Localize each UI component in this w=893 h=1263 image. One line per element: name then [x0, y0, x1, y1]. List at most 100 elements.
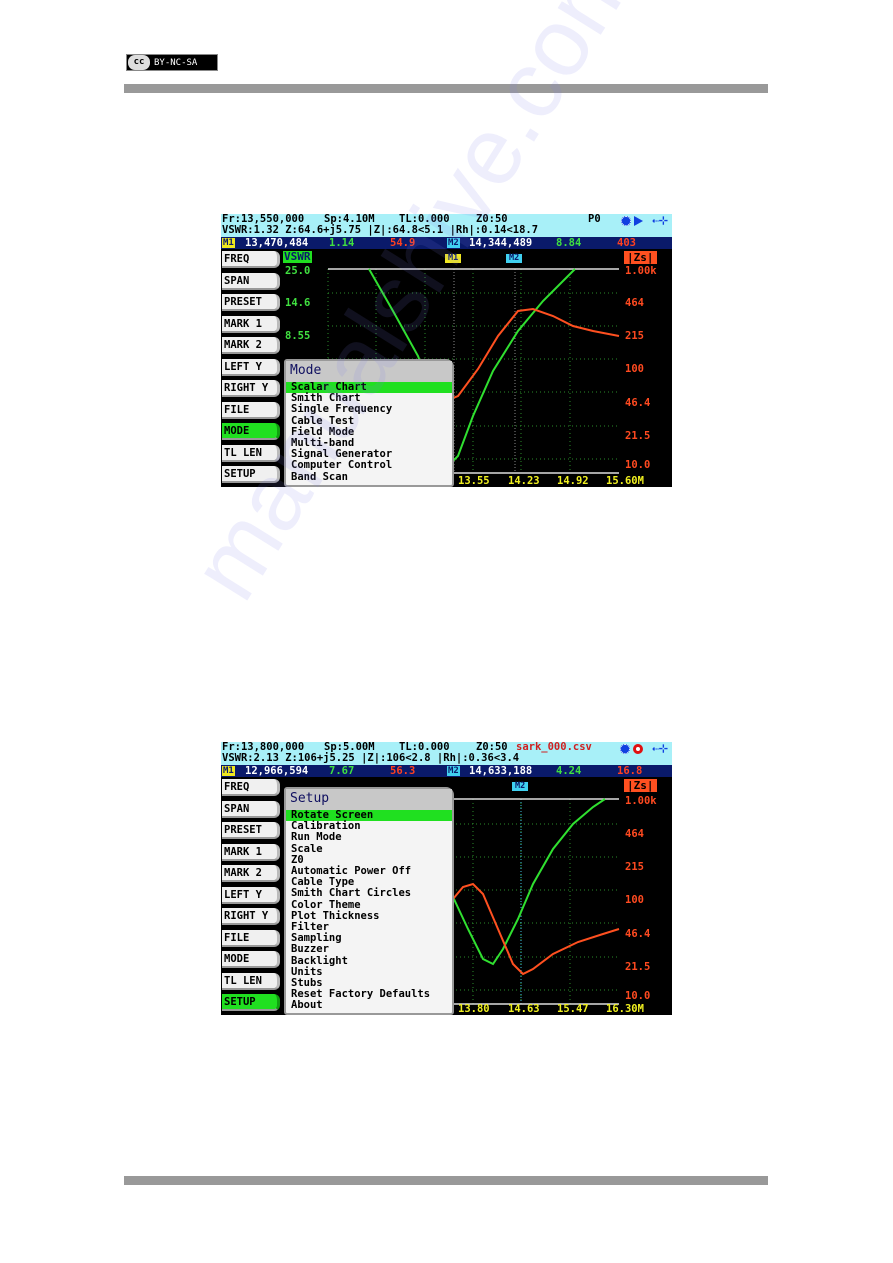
right-tick: 46.4: [625, 397, 651, 409]
right-tick: 1.00k: [625, 265, 657, 277]
softkey-span[interactable]: SPAN: [222, 800, 280, 818]
right-axis-label[interactable]: |Zs|: [624, 251, 657, 264]
softkey-mark-2[interactable]: MARK 2: [222, 865, 280, 882]
status-bar: Fr:13,550,000 Sp:4.10M TL:0.000 Z0:50 P0…: [221, 214, 672, 237]
marker-2-frequency: 14,633,188: [469, 765, 533, 777]
softkey-setup[interactable]: SETUP: [222, 466, 280, 483]
header-divider: [124, 84, 768, 93]
marker-1-frequency: 12,966,594: [245, 765, 309, 777]
softkey-left-y[interactable]: LEFT Y: [222, 886, 280, 904]
right-tick: 100: [625, 363, 644, 375]
marker-1-vswr: 7.67: [329, 765, 355, 777]
play-icon: [634, 215, 644, 226]
analyzer-screen-setup: Fr:13,800,000 Sp:5.00M TL:0.000 Z0:50 sa…: [221, 742, 672, 1015]
marker-2-impedance: 16.8: [617, 765, 643, 777]
marker-2-plot-tag: M2: [506, 254, 523, 263]
marker-1-vswr: 1.14: [329, 237, 355, 249]
softkey-left-y[interactable]: LEFT Y: [222, 358, 280, 376]
right-tick: 46.4: [625, 928, 651, 940]
left-axis-label[interactable]: VSWR: [283, 251, 312, 263]
x-tick: 14.63: [508, 1003, 540, 1015]
x-tick: 16.30M: [606, 1003, 644, 1015]
softkey-mark-1[interactable]: MARK 1: [222, 315, 280, 333]
menu-title: Setup: [286, 789, 452, 810]
gear-icon: [621, 215, 632, 226]
right-tick: 10.0: [625, 990, 651, 1002]
usb-icon: ⇠⊹: [652, 742, 668, 755]
menu-item-buzzer[interactable]: Buzzer: [286, 944, 452, 955]
marker-bar: M1 13,470,484 1.14 54.9 M2 14,344,489 8.…: [221, 237, 672, 249]
preset-indicator: P0: [588, 214, 601, 225]
menu-item-run-mode[interactable]: Run Mode: [286, 832, 452, 843]
menu-item-about[interactable]: About: [286, 1000, 452, 1011]
marker-2-tag: M2: [447, 238, 460, 248]
x-tick: 13.55: [458, 475, 490, 487]
marker-2-plot-tag: M2: [512, 782, 529, 791]
right-tick: 10.0: [625, 459, 651, 471]
softkey-freq[interactable]: FREQ: [222, 779, 280, 796]
marker-1-impedance: 54.9: [390, 237, 416, 249]
menu-item-scale[interactable]: Scale: [286, 843, 452, 855]
softkey-file[interactable]: FILE: [222, 929, 280, 947]
marker-2-vswr: 4.24: [556, 765, 582, 777]
right-tick: 215: [625, 330, 644, 342]
usb-icon: ⇠⊹: [652, 214, 668, 227]
footer-divider: [124, 1176, 768, 1185]
marker-1-tag: M1: [222, 766, 235, 776]
x-tick: 14.92: [557, 475, 589, 487]
record-icon: [633, 743, 644, 754]
marker-2-frequency: 14,344,489: [469, 237, 533, 249]
right-tick: 21.5: [625, 430, 651, 442]
marker-2-vswr: 8.84: [556, 237, 582, 249]
x-tick: 15.60M: [606, 475, 644, 487]
license-text: BY-NC-SA: [154, 57, 198, 68]
softkey-preset[interactable]: PRESET: [222, 294, 280, 311]
marker-1-plot-tag: M1: [445, 254, 462, 263]
marker-2-tag: M2: [447, 766, 460, 776]
menu-item-smith-chart-circles[interactable]: Smith Chart Circles: [286, 888, 452, 899]
right-tick: 21.5: [625, 961, 651, 973]
softkey-preset[interactable]: PRESET: [222, 822, 280, 839]
right-tick: 215: [625, 861, 644, 873]
recording-filename: sark_000.csv: [516, 742, 592, 753]
x-tick: 14.23: [508, 475, 540, 487]
right-axis-label[interactable]: |Zs|: [624, 779, 657, 792]
right-tick: 1.00k: [625, 795, 657, 807]
marker-1-frequency: 13,470,484: [245, 237, 309, 249]
setup-menu: Setup Rotate Screen Calibration Run Mode Sc…: [284, 787, 454, 1015]
softkey-right-y[interactable]: RIGHT Y: [222, 380, 280, 397]
softkey-tl-len[interactable]: TL LEN: [222, 444, 280, 462]
softkey-mark-2[interactable]: MARK 2: [222, 337, 280, 354]
menu-title: Mode: [286, 361, 452, 382]
status-line-2: VSWR:2.13 Z:106+j5.25 |Z|:106<2.8 |Rh|:0…: [222, 752, 520, 764]
x-tick: 15.47: [557, 1003, 589, 1015]
marker-2-impedance: 403: [617, 237, 636, 249]
softkey-span[interactable]: SPAN: [222, 272, 280, 290]
status-bar: Fr:13,800,000 Sp:5.00M TL:0.000 Z0:50 sa…: [221, 742, 672, 765]
softkey-right-y[interactable]: RIGHT Y: [222, 908, 280, 925]
marker-bar: M1 12,966,594 7.67 56.3 M2 14,633,188 4.…: [221, 765, 672, 777]
left-tick: 8.55: [285, 330, 311, 342]
softkey-mode[interactable]: MODE: [222, 951, 280, 968]
left-tick: 14.6: [285, 297, 311, 309]
marker-1-tag: M1: [222, 238, 235, 248]
license-badge: cc BY-NC-SA: [126, 54, 218, 71]
menu-item-single-frequency[interactable]: Single Frequency: [286, 404, 452, 415]
softkey-freq[interactable]: FREQ: [222, 251, 280, 268]
x-tick: 13.80: [458, 1003, 490, 1015]
softkey-mode[interactable]: MODE: [222, 423, 280, 440]
cc-logo-icon: cc: [128, 55, 150, 70]
right-tick: 100: [625, 894, 644, 906]
right-tick: 464: [625, 828, 644, 840]
marker-1-impedance: 56.3: [390, 765, 416, 777]
status-line-2: VSWR:1.32 Z:64.6+j5.75 |Z|:64.8<5.1 |Rh|…: [222, 224, 539, 236]
menu-item-computer-control[interactable]: Computer Control: [286, 460, 452, 471]
softkey-setup[interactable]: SETUP: [222, 994, 280, 1011]
softkey-mark-1[interactable]: MARK 1: [222, 843, 280, 861]
gear-icon: [620, 743, 631, 754]
menu-item-band-scan[interactable]: Band Scan: [286, 471, 452, 483]
softkey-tl-len[interactable]: TL LEN: [222, 972, 280, 990]
right-tick: 464: [625, 297, 644, 309]
softkey-file[interactable]: FILE: [222, 401, 280, 419]
impedance-trace: [452, 882, 620, 976]
